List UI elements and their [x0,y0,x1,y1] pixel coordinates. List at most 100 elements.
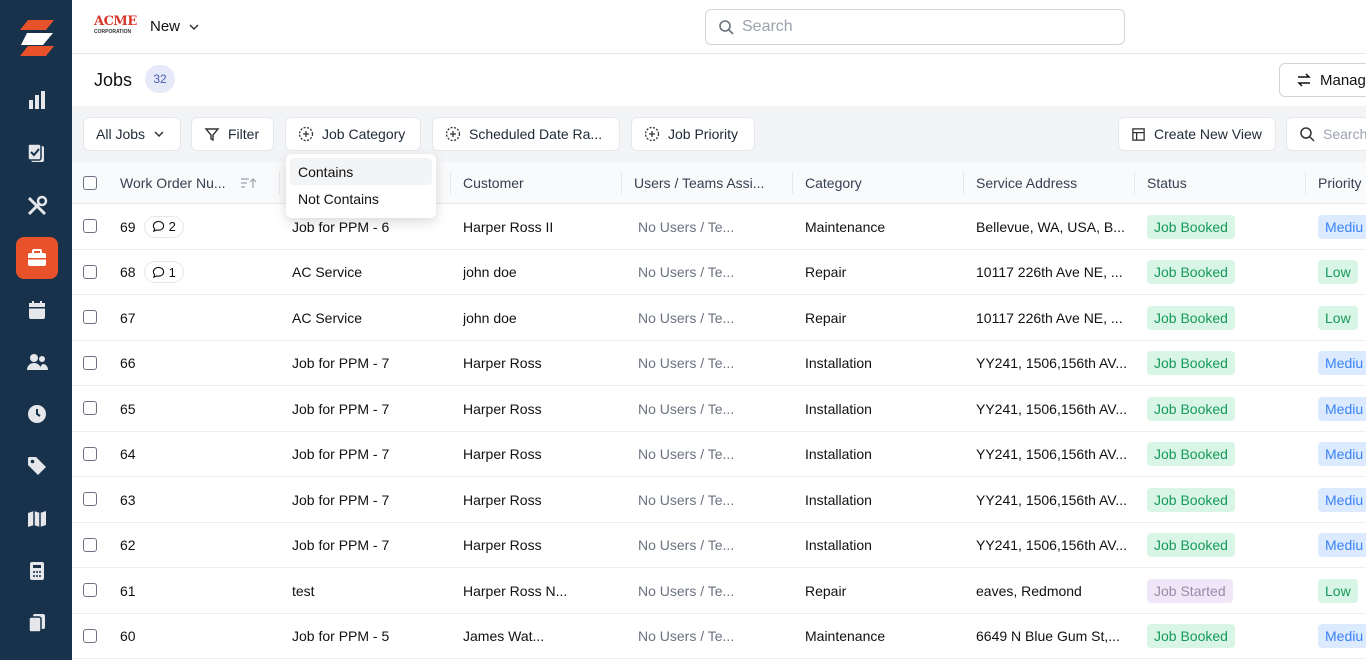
row-checkbox[interactable] [83,583,97,597]
job-priority-filter[interactable]: Job Priority [631,117,755,151]
search-icon [1300,127,1315,142]
global-search-input[interactable]: Search [705,9,1125,45]
status-badge: Job Booked [1147,351,1235,375]
table-row[interactable]: 67 AC Service john doe No Users / Te... Repa… [72,295,1366,341]
nav-work-orders[interactable] [16,132,58,174]
column-work-order[interactable]: Work Order Nu... [120,162,260,204]
priority-badge: Mediu [1318,396,1366,421]
row-checkbox[interactable] [83,492,97,506]
status-cell: Job Booked [1147,250,1297,295]
table-row[interactable]: 63 Job for PPM - 7 Harper Ross No Users / T… [72,477,1366,523]
top-bar: ACME CORPORATION New Search [72,0,1366,54]
nav-jobs[interactable] [16,237,58,279]
new-dropdown-button[interactable]: New [150,18,200,35]
job-title-cell[interactable]: AC Service [292,295,442,340]
job-title-cell[interactable]: Job for PPM - 7 [292,386,442,431]
priority-cell: Mediu [1318,204,1366,249]
row-checkbox[interactable] [83,537,97,552]
row-checkbox[interactable] [83,219,97,233]
work-order-cell: 60 [120,614,270,659]
nav-timesheets[interactable] [16,393,58,435]
table-search-input[interactable]: Search [1286,117,1366,151]
job-title-cell[interactable]: Job for PPM - 7 [292,432,442,477]
column-users-teams[interactable]: Users / Teams Assi... [634,162,784,204]
status-cell: Job Booked [1147,341,1297,386]
column-service-address[interactable]: Service Address [976,162,1126,204]
table-row[interactable]: 61 test Harper Ross N... No Users / Te... Re… [72,568,1366,614]
users-teams-cell: No Users / Te... [638,400,735,417]
customer-cell[interactable]: Harper Ross [463,386,613,431]
users-teams-cell: No Users / Te... [638,355,735,371]
manage-label: Manage [1320,71,1366,89]
job-title-cell[interactable]: AC Service [292,250,442,295]
nav-dashboard[interactable] [16,79,58,121]
page-title: Jobs [94,70,133,90]
table-row[interactable]: 66 Job for PPM - 7 Harper Ross No Users / T… [72,341,1366,386]
job-category-filter[interactable]: Job Category [285,117,421,151]
service-address-cell: 10117 226th Ave NE, ... [976,264,1123,280]
filter-button[interactable]: Filter [191,117,274,151]
row-checkbox[interactable] [83,264,97,279]
customer-cell[interactable]: Harper Ross [463,432,613,477]
swap-icon [1297,73,1311,87]
app-logo[interactable] [18,18,56,58]
table-row[interactable]: 62 Job for PPM - 7 Harper Ross No Users / T… [72,523,1366,568]
option-not-contains[interactable]: Not Contains [290,185,432,212]
job-title-cell[interactable]: Job for PPM - 5 [292,614,442,659]
status-badge: Job Booked [1147,396,1235,421]
nav-map[interactable] [16,498,58,540]
select-all-checkbox[interactable] [83,176,97,190]
manage-button[interactable]: Manage [1279,63,1366,97]
table-row[interactable]: 65 Job for PPM - 7 Harper Ross No Users / T… [72,386,1366,432]
work-order-number: 68 [120,264,136,280]
work-order-number: 63 [120,491,136,508]
nav-tools[interactable] [16,185,58,227]
column-status[interactable]: Status [1147,162,1297,204]
nav-documents[interactable] [16,602,58,644]
option-contains[interactable]: Contains [290,158,432,185]
comments-badge[interactable]: 1 [143,261,184,283]
job-title-cell[interactable]: Job for PPM - 7 [292,523,442,568]
nav-calendar[interactable] [16,289,58,331]
customer-cell[interactable]: john doe [463,250,613,295]
column-customer[interactable]: Customer [463,162,613,204]
row-checkbox[interactable] [83,310,97,324]
table-row[interactable]: 68 1 AC Service john doe No Users / Te... Rep… [72,250,1366,295]
category-cell: Installation [805,491,872,508]
customer-cell[interactable]: Harper Ross [463,523,613,568]
table-row[interactable]: 64 Job for PPM - 7 Harper Ross No Users / T… [72,432,1366,477]
priority-badge: Mediu [1318,442,1366,466]
column-category[interactable]: Category [805,162,955,204]
job-title-cell[interactable]: Job for PPM - 7 [292,477,442,522]
all-jobs-dropdown[interactable]: All Jobs [83,117,181,151]
comments-badge[interactable]: 2 [143,215,184,238]
customer-cell[interactable]: Harper Ross II [463,204,613,249]
table-row[interactable]: 69 2 Job for PPM - 6 Harper Ross II No Users… [72,204,1366,250]
create-new-view-button[interactable]: Create New View [1118,117,1276,151]
tag-icon [28,457,46,475]
row-checkbox[interactable] [83,355,97,370]
scheduled-date-filter[interactable]: Scheduled Date Ra... [432,117,620,151]
table-row[interactable]: 60 Job for PPM - 5 James Wat... No Users / … [72,614,1366,659]
column-priority[interactable]: Priority [1318,162,1366,204]
row-checkbox[interactable] [83,446,97,461]
customer-cell[interactable]: Harper Ross [463,477,613,522]
row-checkbox[interactable] [83,401,97,415]
job-title-cell[interactable]: Job for PPM - 7 [292,341,442,386]
clock-icon [28,405,46,423]
nav-customers[interactable] [16,341,58,383]
status-badge: Job Booked [1147,214,1235,239]
sort-icon[interactable] [240,177,256,189]
company-logo[interactable]: ACME CORPORATION [94,15,137,38]
customer-cell[interactable]: Harper Ross [463,341,613,386]
category-cell: Installation [805,537,872,553]
category-cell: Repair [805,582,847,599]
customer-cell[interactable]: James Wat... [463,614,613,659]
nav-estimates[interactable] [16,550,58,592]
nav-pricing[interactable] [16,445,58,487]
row-checkbox[interactable] [83,628,97,643]
clipboard-icon [27,143,44,162]
customer-cell[interactable]: john doe [463,295,613,340]
customer-cell[interactable]: Harper Ross N... [463,568,613,613]
job-title-cell[interactable]: test [292,568,442,613]
